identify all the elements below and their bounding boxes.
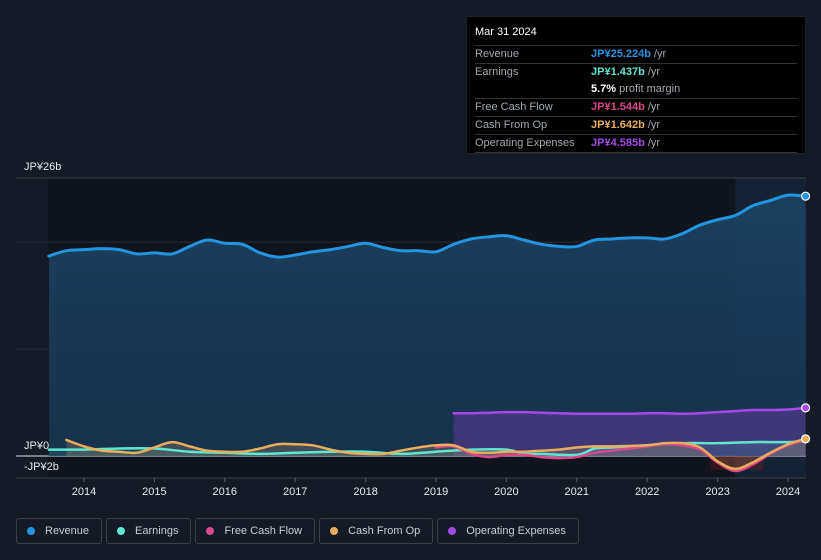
tooltip-label: [475, 81, 591, 98]
free-cash-flow-dot-icon: [206, 527, 215, 535]
tooltip-value: JP¥1.544b: [591, 101, 645, 113]
legend-item-free-cash-flow[interactable]: Free Cash Flow: [195, 518, 316, 544]
legend-label: Earnings: [135, 525, 179, 537]
operating-expenses-dot-icon: [448, 527, 457, 535]
x-tick-label: 2020: [494, 486, 518, 498]
tooltip-value: 5.7%: [591, 83, 617, 95]
y-axis-zero-label: JP¥0: [24, 440, 49, 452]
legend-item-operating-expenses[interactable]: Operating Expenses: [437, 518, 579, 544]
tooltip-value: JP¥1.437b: [591, 66, 645, 78]
tooltip-unit: profit margin: [619, 83, 681, 95]
tooltip-label: Operating Expenses: [475, 137, 575, 149]
tooltip-label: Revenue: [475, 48, 520, 60]
tooltip-value: JP¥1.642b: [591, 119, 645, 131]
tooltip-unit: /yr: [647, 119, 661, 131]
legend-label: Operating Expenses: [466, 525, 566, 537]
tooltip-row-free-cash-flow: Free Cash Flow JP¥1.544b /yr: [475, 99, 797, 117]
y-axis-top-label: JP¥26b: [24, 161, 61, 173]
tooltip-unit: /yr: [653, 48, 667, 60]
legend-item-cash-from-op[interactable]: Cash From Op: [319, 518, 434, 544]
revenue-dot-icon: [27, 527, 35, 535]
earnings-dot-icon: [117, 527, 126, 535]
revenue-end-marker: [800, 191, 811, 201]
tooltip-row-profit-margin: 5.7% profit margin: [475, 81, 797, 99]
legend-item-revenue[interactable]: Revenue: [16, 518, 103, 544]
tooltip-row-operating-expenses: Operating Expenses JP¥4.585b /yr: [475, 135, 797, 153]
x-tick-label: 2019: [424, 486, 448, 498]
x-tick-label: 2023: [705, 486, 729, 498]
x-tick-label: 2014: [72, 486, 96, 498]
tooltip-row-cash-from-op: Cash From Op JP¥1.642b /yr: [475, 117, 797, 135]
cash-from-op-end-marker: [800, 434, 811, 444]
y-axis-bottom-label: -JP¥2b: [24, 461, 59, 473]
x-tick-label: 2024: [776, 486, 800, 498]
tooltip-unit: /yr: [647, 66, 661, 78]
legend-label: Revenue: [45, 525, 90, 537]
operating-expenses-end-marker: [800, 403, 811, 413]
x-tick-label: 2015: [142, 486, 166, 498]
legend-label: Free Cash Flow: [224, 525, 303, 537]
tooltip-value: JP¥4.585b: [591, 137, 645, 149]
tooltip-row-earnings: Earnings JP¥1.437b /yr: [475, 64, 797, 81]
cash-from-op-dot-icon: [330, 527, 339, 535]
tooltip-panel: Mar 31 2024 Revenue JP¥25.224b /yr Earni…: [466, 16, 806, 154]
x-tick-label: 2021: [565, 486, 589, 498]
x-tick-label: 2017: [283, 486, 307, 498]
x-tick-label: 2016: [213, 486, 237, 498]
tooltip-value: JP¥25.224b: [591, 48, 651, 60]
x-tick-label: 2018: [353, 486, 377, 498]
tooltip-row-revenue: Revenue JP¥25.224b /yr: [475, 46, 797, 64]
tooltip-unit: /yr: [647, 137, 661, 149]
tooltip-label: Cash From Op: [475, 119, 548, 131]
x-tick-label: 2022: [635, 486, 659, 498]
tooltip-label: Free Cash Flow: [475, 101, 553, 113]
tooltip-unit: /yr: [647, 101, 661, 113]
legend-item-earnings[interactable]: Earnings: [106, 518, 192, 544]
legend: Revenue Earnings Free Cash Flow Cash Fro…: [16, 518, 579, 544]
legend-label: Cash From Op: [348, 525, 421, 537]
tooltip-label: Earnings: [475, 66, 519, 78]
tooltip-date: Mar 31 2024: [475, 25, 797, 46]
